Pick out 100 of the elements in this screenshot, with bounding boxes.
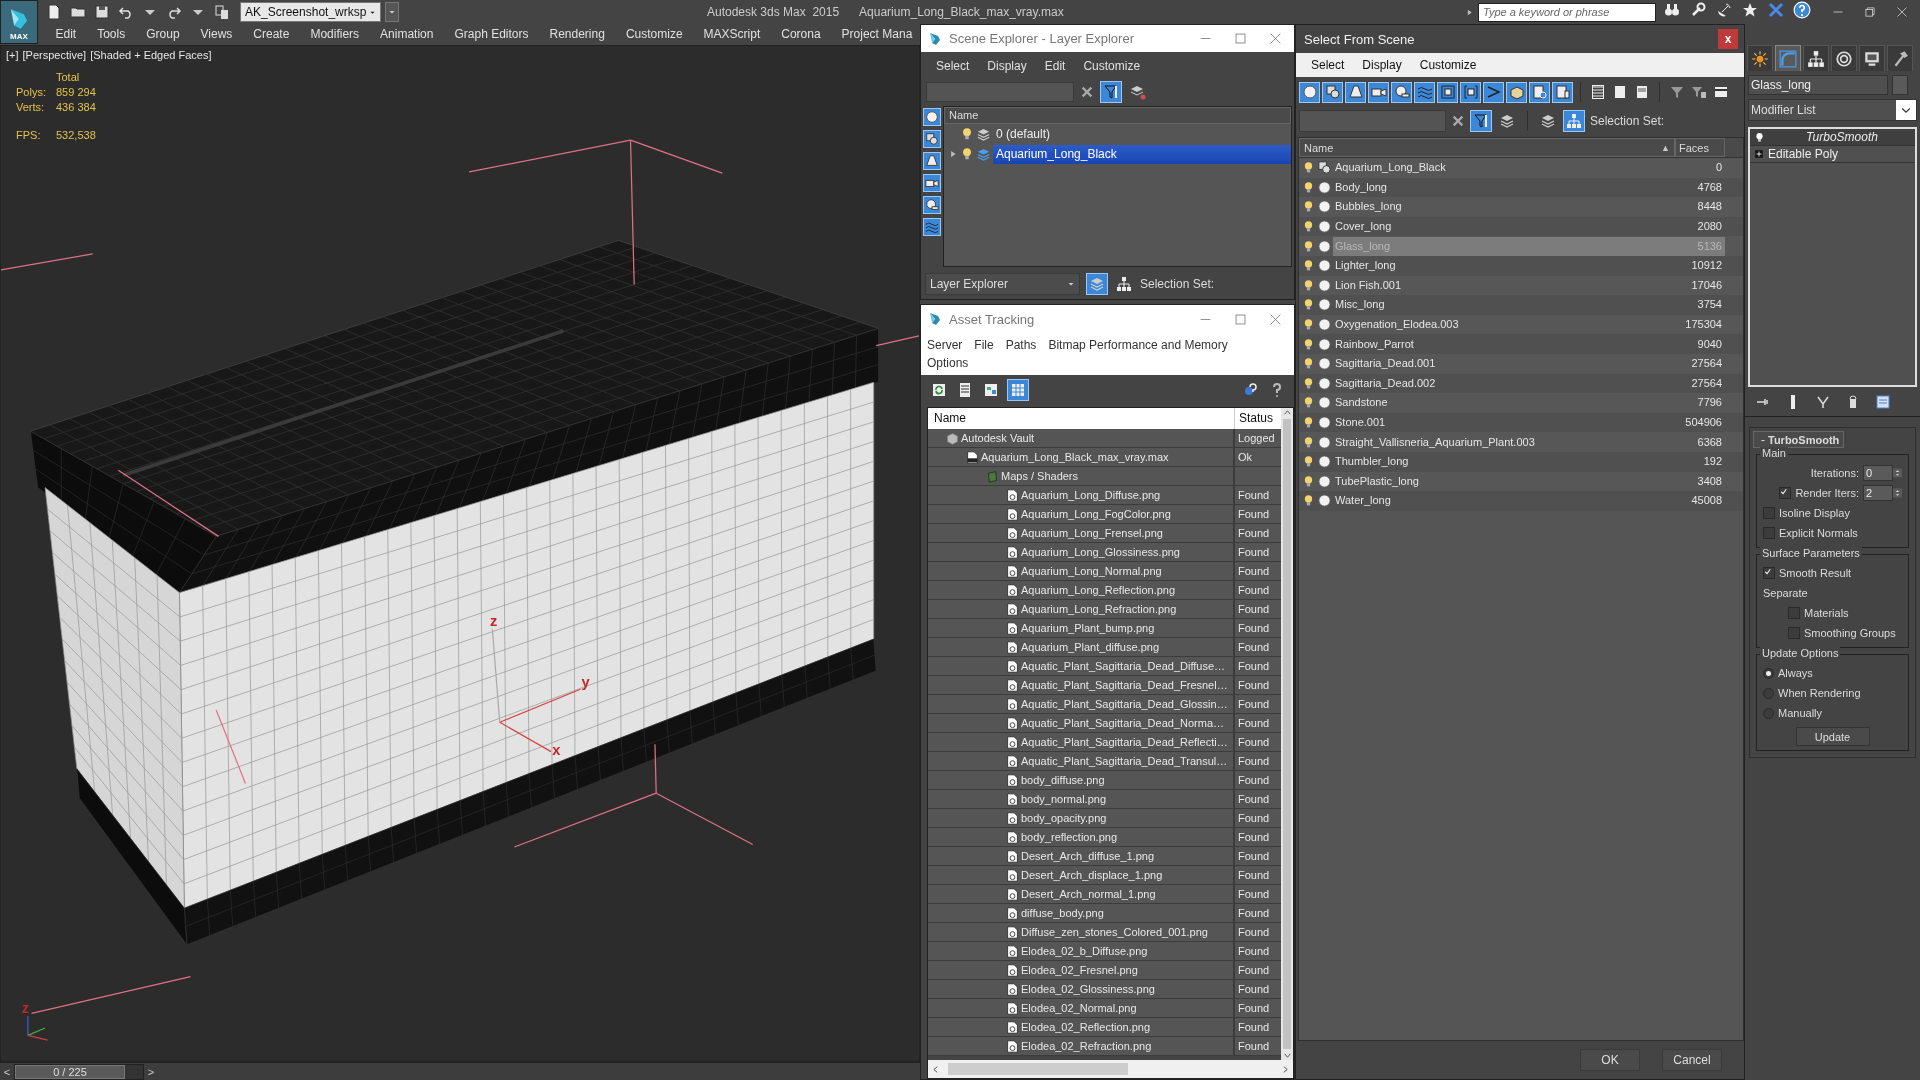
menu-item[interactable]: Display bbox=[1353, 54, 1411, 76]
viewport-label[interactable]: [Perspective] bbox=[22, 49, 87, 61]
workspace-dropdown[interactable]: AK_Screenshot_wrksp bbox=[240, 2, 382, 22]
object-item[interactable]: Straight_Vallisneria_Aquarium_Plant.003 bbox=[1333, 432, 1675, 452]
column-header[interactable]: Name bbox=[1304, 141, 1334, 154]
sphere-icon[interactable] bbox=[923, 108, 941, 126]
help-icon[interactable] bbox=[1792, 0, 1812, 20]
filter-icon[interactable] bbox=[1100, 81, 1122, 103]
expand-arrow-icon[interactable] bbox=[1465, 7, 1474, 17]
object-name-field[interactable]: Glass_long bbox=[1748, 75, 1888, 95]
lightbulb-icon[interactable] bbox=[1754, 131, 1765, 143]
viewport-label[interactable]: [Shaded + Edged Faces] bbox=[90, 49, 212, 61]
box-icon[interactable] bbox=[1506, 81, 1527, 103]
dialog-button[interactable]: Cancel bbox=[1662, 1049, 1722, 1071]
spinner-field[interactable]: 0 bbox=[1863, 465, 1893, 481]
application-menu-button[interactable]: MAX bbox=[0, 0, 38, 44]
menu-item[interactable]: Views bbox=[190, 24, 243, 45]
spotlight-icon[interactable] bbox=[1345, 81, 1366, 103]
object-item[interactable]: Sagittaria_Dead.002 bbox=[1333, 373, 1675, 393]
camera-icon[interactable] bbox=[923, 174, 941, 192]
object-item[interactable]: Bubbles_long bbox=[1333, 197, 1675, 217]
document-icon[interactable] bbox=[1552, 81, 1573, 103]
clear-icon[interactable] bbox=[1451, 114, 1465, 128]
stack-item[interactable]: Editable Poly bbox=[1768, 147, 1915, 161]
menu-item[interactable]: Customize bbox=[1410, 54, 1486, 76]
menu-item[interactable]: Corona bbox=[770, 24, 832, 45]
radio-button[interactable] bbox=[1763, 667, 1774, 679]
sun-icon[interactable] bbox=[1747, 45, 1773, 71]
menu-item[interactable]: File bbox=[968, 336, 1000, 354]
table-icon[interactable] bbox=[1007, 379, 1029, 401]
scroll-down-icon[interactable] bbox=[1282, 1051, 1292, 1060]
asset-name[interactable]: body_opacity.png bbox=[1021, 812, 1107, 824]
object-item[interactable]: Aquarium_Long_Black bbox=[1333, 158, 1675, 178]
object-item[interactable]: Sandstone bbox=[1333, 393, 1675, 413]
menu-item[interactable]: Group bbox=[135, 24, 191, 45]
wave-icon[interactable] bbox=[1414, 81, 1435, 103]
column-header[interactable]: Status bbox=[1235, 408, 1281, 429]
lightbulb-icon[interactable] bbox=[1302, 415, 1315, 430]
menu-item[interactable]: Display bbox=[978, 57, 1036, 75]
save-icon[interactable] bbox=[92, 2, 112, 22]
filter-icon[interactable] bbox=[1470, 110, 1492, 132]
checkbox[interactable] bbox=[1788, 627, 1800, 639]
checkbox[interactable] bbox=[1788, 607, 1800, 619]
explorer-dropdown[interactable]: Layer Explorer bbox=[925, 273, 1080, 295]
modifier-list-dropdown[interactable]: Modifier List bbox=[1748, 99, 1917, 121]
layer-item[interactable]: Aquarium_Long_Black bbox=[993, 144, 1291, 164]
sort-arrow[interactable]: ▲ bbox=[1661, 142, 1670, 153]
dialog-button[interactable]: OK bbox=[1580, 1049, 1640, 1071]
previous-frame-button[interactable]: < bbox=[0, 1063, 14, 1080]
lightbulb-icon[interactable] bbox=[1302, 277, 1315, 293]
menu-item[interactable]: Bitmap Performance and Memory bbox=[1042, 336, 1234, 354]
restore-icon[interactable] bbox=[1864, 6, 1876, 18]
column-header[interactable]: Name bbox=[944, 107, 1291, 124]
menu-item[interactable]: Paths bbox=[999, 336, 1043, 354]
object-item[interactable]: Misc_long bbox=[1333, 295, 1675, 315]
shapes-icon[interactable] bbox=[1322, 81, 1343, 103]
viewport-label[interactable]: [+] bbox=[6, 49, 19, 61]
menu-item[interactable]: Edit bbox=[1035, 57, 1075, 75]
next-frame-button[interactable]: > bbox=[144, 1063, 158, 1080]
close-icon[interactable] bbox=[1269, 312, 1282, 326]
checkbox[interactable] bbox=[1763, 527, 1775, 539]
hammer-icon[interactable] bbox=[1887, 45, 1913, 71]
close-button[interactable]: x bbox=[1718, 29, 1738, 49]
x-icon[interactable] bbox=[1766, 0, 1786, 20]
search-field[interactable] bbox=[926, 82, 1074, 102]
scroll-up-icon[interactable] bbox=[1282, 408, 1292, 417]
bone-icon[interactable] bbox=[1483, 81, 1504, 103]
checkbox[interactable] bbox=[1763, 567, 1775, 579]
expand-icon[interactable] bbox=[1754, 149, 1764, 159]
menu-item[interactable]: Tools bbox=[86, 24, 136, 45]
lightbulb-icon[interactable] bbox=[1302, 434, 1315, 450]
menu-item[interactable]: Options bbox=[921, 354, 975, 372]
asset-name[interactable]: Autodesk Vault bbox=[961, 432, 1035, 444]
monitor-icon[interactable] bbox=[1859, 45, 1885, 71]
object-item[interactable]: Body_long bbox=[1333, 177, 1675, 197]
rings-icon[interactable] bbox=[1831, 45, 1857, 71]
scrollbar-thumb[interactable] bbox=[1283, 419, 1291, 1049]
gear-document-icon[interactable] bbox=[1529, 81, 1550, 103]
menu-item[interactable]: Graph Editors bbox=[443, 24, 539, 45]
spotlight-icon[interactable] bbox=[923, 152, 941, 170]
time-slider-thumb[interactable]: 0 / 225 bbox=[15, 1064, 125, 1079]
column-header[interactable]: Faces bbox=[1675, 138, 1725, 157]
radio-button[interactable] bbox=[1763, 707, 1774, 719]
menu-item[interactable]: Select bbox=[1302, 54, 1354, 76]
menu-item[interactable]: Project Mana bbox=[831, 24, 920, 45]
object-item[interactable]: Lion Fish.001 bbox=[1333, 275, 1675, 295]
scrollbar[interactable] bbox=[1281, 408, 1293, 1060]
object-item[interactable]: Thumbler_long bbox=[1333, 452, 1675, 472]
search-field[interactable] bbox=[1299, 110, 1446, 132]
object-item[interactable]: Water_long bbox=[1333, 491, 1675, 511]
hierarchy-icon[interactable] bbox=[1114, 274, 1134, 294]
object-item[interactable]: Rainbow_Parrot bbox=[1333, 334, 1675, 354]
scroll-right-icon[interactable] bbox=[1281, 1064, 1290, 1074]
squares-icon[interactable] bbox=[1437, 81, 1458, 103]
lightbulb-icon[interactable] bbox=[1302, 473, 1315, 489]
expand-arrow-icon[interactable] bbox=[948, 149, 958, 159]
menu-item[interactable]: Modifiers bbox=[299, 24, 370, 45]
asset-name[interactable]: body_diffuse.png bbox=[1021, 774, 1105, 786]
object-item[interactable]: Lighter_long bbox=[1333, 256, 1675, 276]
lightbulb-icon[interactable] bbox=[960, 147, 974, 161]
